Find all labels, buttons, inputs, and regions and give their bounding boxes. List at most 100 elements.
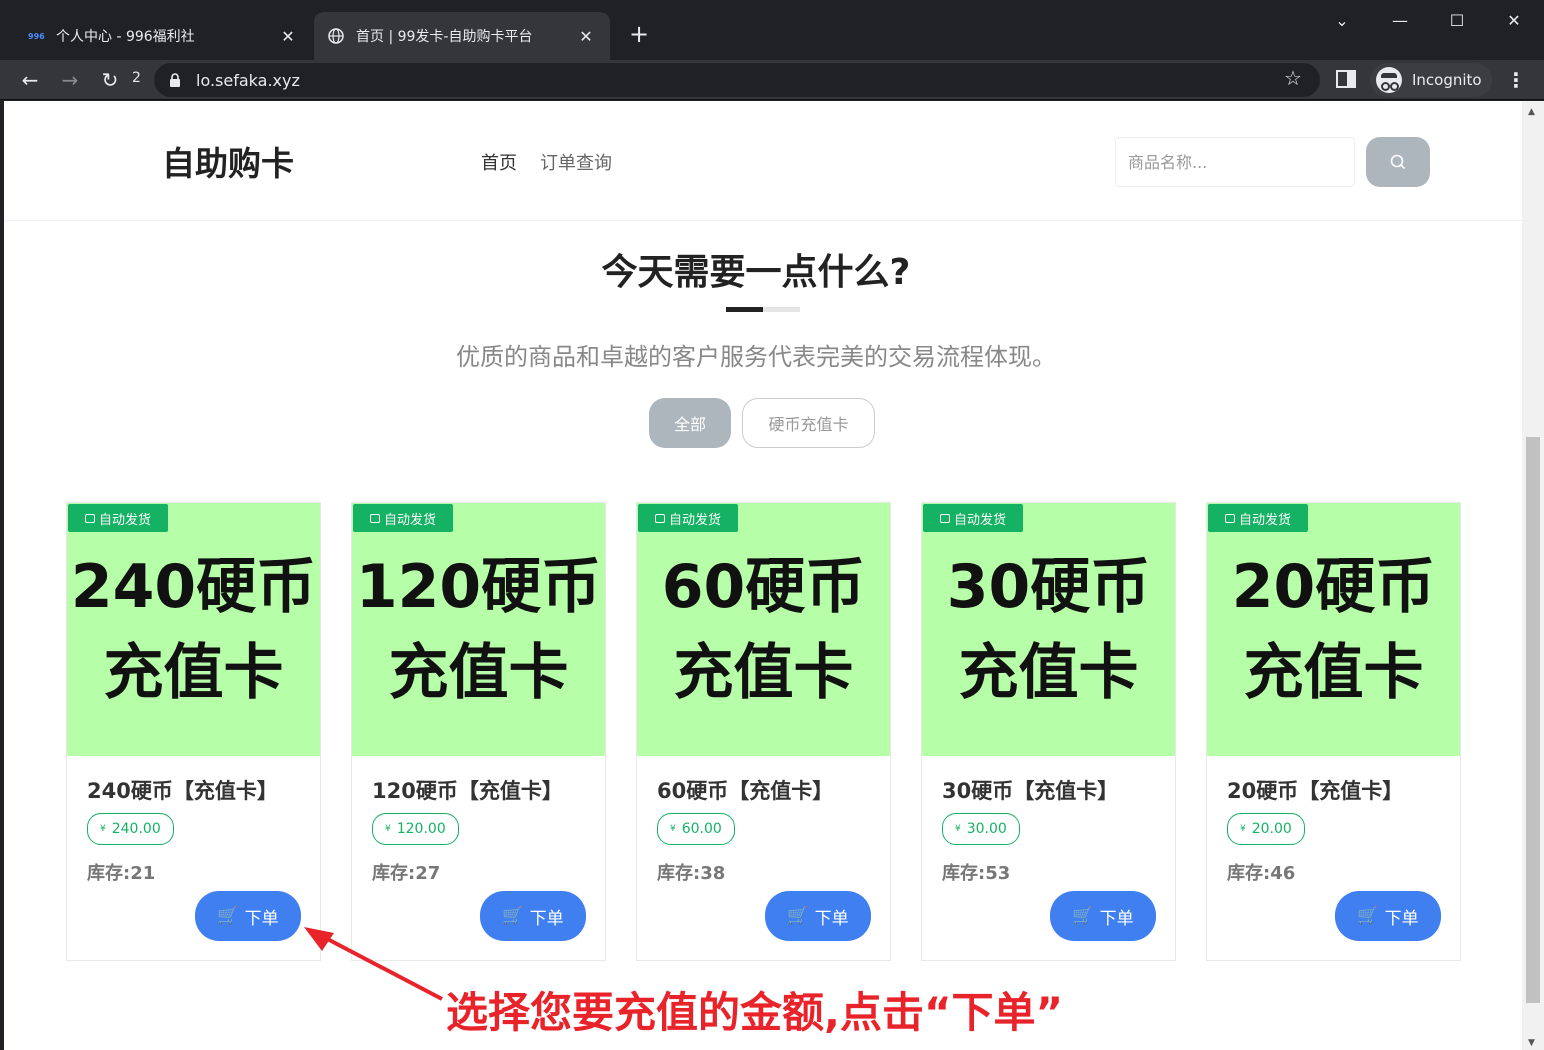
- address-bar[interactable]: lo.sefaka.xyz: [154, 63, 1320, 97]
- badge-label: 自动发货: [383, 512, 436, 528]
- title-underline: [726, 307, 800, 312]
- price-tag: ¥60.00: [657, 813, 735, 845]
- bookmark-star-icon[interactable]: ☆: [1284, 66, 1302, 90]
- box-icon: [1224, 513, 1235, 523]
- search-input[interactable]: [1115, 137, 1355, 187]
- close-icon[interactable]: ✕: [278, 27, 298, 46]
- stock-label: 库存:: [372, 863, 416, 884]
- yen-icon: ¥: [1240, 824, 1246, 834]
- badge-label: 自动发货: [1238, 512, 1291, 528]
- tab-title: 首页 | 99发卡-自助购卡平台: [356, 29, 533, 45]
- stock-info: 库存:38: [657, 859, 725, 885]
- search-icon: [1390, 154, 1406, 170]
- price-tag: ¥120.00: [372, 813, 459, 845]
- order-label: 下单: [529, 908, 564, 929]
- nav-order-query[interactable]: 订单查询: [540, 149, 612, 175]
- product-image[interactable]: 20硬币 充值卡: [1207, 503, 1460, 756]
- filter-coin-card[interactable]: 硬币充值卡: [742, 398, 875, 448]
- badge-label: 自动发货: [98, 512, 151, 528]
- nav-home[interactable]: 首页: [481, 149, 517, 175]
- product-image[interactable]: 120硬币 充值卡: [352, 503, 605, 756]
- maximize-button[interactable]: ☐: [1437, 6, 1477, 36]
- product-card[interactable]: 20硬币 充值卡 自动发货 20硬币【充值卡】 ¥20.00 库存:46 🛒 下单: [1206, 502, 1461, 961]
- price-value: 120.00: [396, 821, 446, 837]
- stock-info: 库存:21: [87, 859, 155, 885]
- search-button[interactable]: [1366, 137, 1430, 187]
- box-icon: [654, 513, 665, 523]
- price-tag: ¥30.00: [942, 813, 1020, 845]
- image-text-line1: 120硬币: [355, 551, 602, 622]
- product-card[interactable]: 30硬币 充值卡 自动发货 30硬币【充值卡】 ¥30.00 库存:53 🛒 下单: [921, 502, 1176, 961]
- box-icon: [84, 513, 95, 523]
- product-image[interactable]: 60硬币 充值卡: [637, 503, 890, 756]
- stock-value: 53: [985, 863, 1011, 884]
- forward-arrow-icon[interactable]: →: [54, 64, 86, 96]
- price-value: 30.00: [966, 821, 1007, 837]
- stock-label: 库存:: [942, 863, 986, 884]
- close-icon[interactable]: ✕: [576, 27, 596, 46]
- image-text-line1: 60硬币: [661, 551, 866, 622]
- hero-title: 今天需要一点什么?: [601, 252, 911, 293]
- order-button[interactable]: 🛒 下单: [195, 891, 301, 941]
- scroll-thumb[interactable]: [1526, 437, 1540, 1003]
- box-icon: [939, 513, 950, 523]
- price-value: 240.00: [111, 821, 161, 837]
- image-text-line1: 30硬币: [946, 551, 1151, 622]
- image-text-line2: 充值卡: [388, 637, 569, 708]
- yen-icon: ¥: [100, 824, 106, 834]
- order-label: 下单: [244, 908, 279, 929]
- stock-info: 库存:27: [372, 859, 440, 885]
- order-button[interactable]: 🛒 下单: [1335, 891, 1441, 941]
- badge-label: 自动发货: [668, 512, 721, 528]
- tab-homepage[interactable]: 首页 | 99发卡-自助购卡平台 ✕: [314, 12, 610, 60]
- minimize-button[interactable]: —: [1380, 6, 1420, 36]
- page-scrollbar[interactable]: ▲ ▼: [1522, 101, 1544, 1050]
- new-tab-button[interactable]: +: [624, 20, 654, 50]
- scroll-up-icon[interactable]: ▲: [1528, 107, 1538, 117]
- product-title[interactable]: 20硬币【充值卡】: [1227, 775, 1403, 805]
- incognito-label: Incognito: [1412, 71, 1482, 89]
- scroll-down-icon[interactable]: ▼: [1528, 1038, 1538, 1048]
- incognito-profile-button[interactable]: Incognito: [1370, 63, 1492, 97]
- site-favicon-icon: 996: [28, 31, 45, 41]
- auto-delivery-badge: 自动发货: [353, 504, 453, 532]
- product-title[interactable]: 30硬币【充值卡】: [942, 775, 1118, 805]
- more-menu-icon[interactable]: ⋮: [1506, 68, 1526, 92]
- product-image[interactable]: 30硬币 充值卡: [922, 503, 1175, 756]
- side-panel-icon[interactable]: [1336, 70, 1356, 88]
- stock-label: 库存:: [657, 863, 701, 884]
- site-logo[interactable]: 自助购卡: [162, 137, 294, 185]
- reload-icon[interactable]: ↻: [94, 64, 126, 96]
- product-title[interactable]: 240硬币【充值卡】: [87, 775, 278, 805]
- order-button[interactable]: 🛒 下单: [1050, 891, 1156, 941]
- product-title[interactable]: 120硬币【充值卡】: [372, 775, 563, 805]
- image-text-line2: 充值卡: [1243, 637, 1424, 708]
- url-text[interactable]: lo.sefaka.xyz: [196, 71, 300, 90]
- product-card[interactable]: 240硬币 充值卡 自动发货 240硬币【充值卡】 ¥240.00 库存:21 …: [66, 502, 321, 961]
- window-close-button[interactable]: ✕: [1494, 6, 1534, 36]
- stock-value: 38: [700, 863, 726, 884]
- product-card[interactable]: 60硬币 充值卡 自动发货 60硬币【充值卡】 ¥60.00 库存:38 🛒 下单: [636, 502, 891, 961]
- image-text-line2: 充值卡: [958, 637, 1139, 708]
- product-image[interactable]: 240硬币 充值卡: [67, 503, 320, 756]
- cart-icon: 🛒: [502, 906, 524, 926]
- price-tag: ¥20.00: [1227, 813, 1305, 845]
- product-title[interactable]: 60硬币【充值卡】: [657, 775, 833, 805]
- image-text-line2: 充值卡: [673, 637, 854, 708]
- product-card[interactable]: 120硬币 充值卡 自动发货 120硬币【充值卡】 ¥120.00 库存:27 …: [351, 502, 606, 961]
- browser-tab-bar: 996 个人中心 - 996福利社 ✕ 首页 | 99发卡-自助购卡平台 ✕ +…: [0, 0, 1544, 60]
- tab-search-chevron-icon[interactable]: ⌄: [1322, 6, 1362, 36]
- cart-icon: 🛒: [1072, 906, 1094, 926]
- image-text-line1: 240硬币: [70, 551, 317, 622]
- stock-value: 46: [1270, 863, 1296, 884]
- order-label: 下单: [1099, 908, 1134, 929]
- stock-value: 21: [130, 863, 156, 884]
- cart-icon: 🛒: [1357, 906, 1379, 926]
- filter-all[interactable]: 全部: [649, 398, 731, 448]
- image-text-line2: 充值卡: [103, 637, 284, 708]
- tab-personal-center[interactable]: 996 个人中心 - 996福利社 ✕: [14, 12, 312, 60]
- order-button[interactable]: 🛒 下单: [765, 891, 871, 941]
- incognito-icon: [1376, 67, 1402, 93]
- back-arrow-icon[interactable]: ←: [14, 64, 46, 96]
- order-button[interactable]: 🛒 下单: [480, 891, 586, 941]
